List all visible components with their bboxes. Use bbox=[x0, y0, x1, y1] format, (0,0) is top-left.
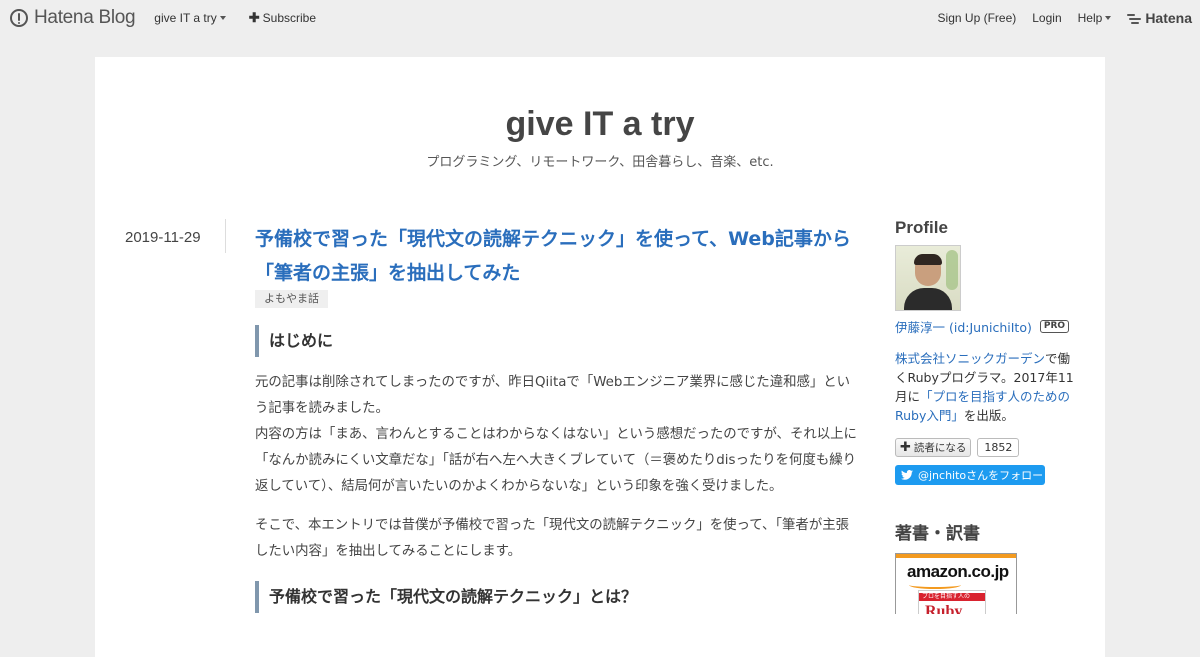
hatena-logo-icon bbox=[1127, 13, 1142, 24]
amazon-logo: amazon.co.jp bbox=[907, 562, 1009, 581]
pro-badge[interactable]: PRO bbox=[1039, 320, 1070, 333]
entry-paragraph: そこで、本エントリでは昔僕が予備校で習った「現代文の読解テクニック」を使って、「… bbox=[255, 518, 849, 559]
reader-count[interactable]: 1852 bbox=[977, 438, 1020, 457]
hatena-blog-logo-text: Hatena Blog bbox=[34, 7, 136, 28]
book-cover: プロを目指す人の Ruby bbox=[918, 590, 986, 614]
avatar[interactable] bbox=[895, 245, 961, 311]
signup-link[interactable]: Sign Up (Free) bbox=[938, 11, 1017, 25]
section-heading: はじめに bbox=[255, 325, 862, 357]
hatena-logo[interactable]: Hatena bbox=[1127, 10, 1192, 26]
sidebar: Profile 伊藤淳一 (id:JunichiIto) PRO 株式会社ソニッ… bbox=[895, 217, 1075, 614]
entry-paragraph-line: 元の記事は削除されてしまったのですが、昨日Qiitaで「Webエンジニア業界に感… bbox=[255, 375, 851, 416]
subscribe-button[interactable]: ✚ Subscribe bbox=[249, 10, 316, 26]
hatena-logo-text: Hatena bbox=[1145, 10, 1192, 26]
help-dropdown[interactable]: Help bbox=[1078, 11, 1112, 25]
blog-title[interactable]: give IT a try bbox=[95, 105, 1105, 144]
hatena-blog-logo[interactable]: Hatena Blog bbox=[10, 7, 136, 29]
blog-description: プログラミング、リモートワーク、田舎暮らし、音楽、etc. bbox=[426, 155, 774, 170]
books-module-title: 著書・訳書 bbox=[895, 524, 980, 543]
entry-title[interactable]: 予備校で習った「現代文の読解テクニック」を使って、Web記事から「筆者の主張」を… bbox=[255, 222, 865, 290]
twitter-follow-button[interactable]: @jnchitoさんをフォロー bbox=[895, 465, 1045, 485]
amazon-smile-icon bbox=[909, 581, 961, 589]
amazon-book-banner[interactable]: amazon.co.jp プロを目指す人の Ruby bbox=[895, 553, 1017, 614]
global-header: Hatena Blog give IT a try ✚ Subscribe Si… bbox=[0, 0, 1200, 36]
profile-text: を出版。 bbox=[963, 408, 1014, 423]
subscribe-reader-button[interactable]: ✚ 読者になる bbox=[895, 438, 972, 457]
date-divider bbox=[225, 219, 226, 253]
entry-date[interactable]: 2019-11-29 bbox=[125, 229, 201, 246]
plus-icon: ✚ bbox=[248, 10, 260, 25]
entry-body: はじめに 元の記事は削除されてしまったのですが、昨日Qiitaで「Webエンジニ… bbox=[255, 325, 862, 613]
chevron-down-icon bbox=[1105, 16, 1112, 20]
blog-container: give IT a try プログラミング、リモートワーク、田舎暮らし、音楽、e… bbox=[95, 57, 1105, 657]
blog-menu-dropdown[interactable]: give IT a try bbox=[154, 11, 226, 25]
twitter-bird-icon bbox=[901, 470, 913, 480]
help-label: Help bbox=[1077, 11, 1103, 25]
blog-menu-label: give IT a try bbox=[154, 11, 217, 25]
login-link[interactable]: Login bbox=[1032, 11, 1061, 25]
reader-row: ✚ 読者になる 1852 bbox=[895, 438, 1075, 457]
global-header-right: Sign Up (Free) Login Help Hatena bbox=[922, 0, 1192, 36]
book-cover-band-text: プロを目指す人の bbox=[922, 593, 971, 600]
entry-paragraph-line: 内容の方は「まあ、言わんとすることはわからなくはない」という感想だったのですが、… bbox=[255, 427, 857, 494]
book-cover-title: Ruby bbox=[925, 603, 963, 614]
global-header-left: Hatena Blog give IT a try ✚ Subscribe bbox=[10, 0, 316, 36]
profile-name-row: 伊藤淳一 (id:JunichiIto) PRO bbox=[895, 317, 1075, 336]
section-heading: 予備校で習った「現代文の読解テクニック」とは？ bbox=[255, 581, 862, 613]
profile-name-link[interactable]: 伊藤淳一 (id:JunichiIto) bbox=[895, 317, 1032, 336]
subscribe-label: Subscribe bbox=[262, 11, 317, 25]
profile-module-title: Profile bbox=[895, 218, 948, 237]
entry-paragraph: 元の記事は削除されてしまったのですが、昨日Qiitaで「Webエンジニア業界に感… bbox=[255, 370, 862, 500]
plus-icon: ✚ bbox=[900, 440, 911, 455]
subscribe-reader-label: 読者になる bbox=[913, 442, 967, 454]
chevron-down-icon bbox=[219, 16, 226, 20]
company-link[interactable]: 株式会社ソニックガーデン bbox=[895, 351, 1045, 366]
hatena-blog-logo-icon bbox=[10, 9, 28, 27]
twitter-follow-label: @jnchitoさんをフォロー bbox=[918, 469, 1044, 482]
entry-category-tag[interactable]: よもやま話 bbox=[255, 290, 328, 308]
profile-description: 株式会社ソニックガーデンで働くRubyプログラマ。2017年11月に「プロを目指… bbox=[895, 349, 1075, 425]
